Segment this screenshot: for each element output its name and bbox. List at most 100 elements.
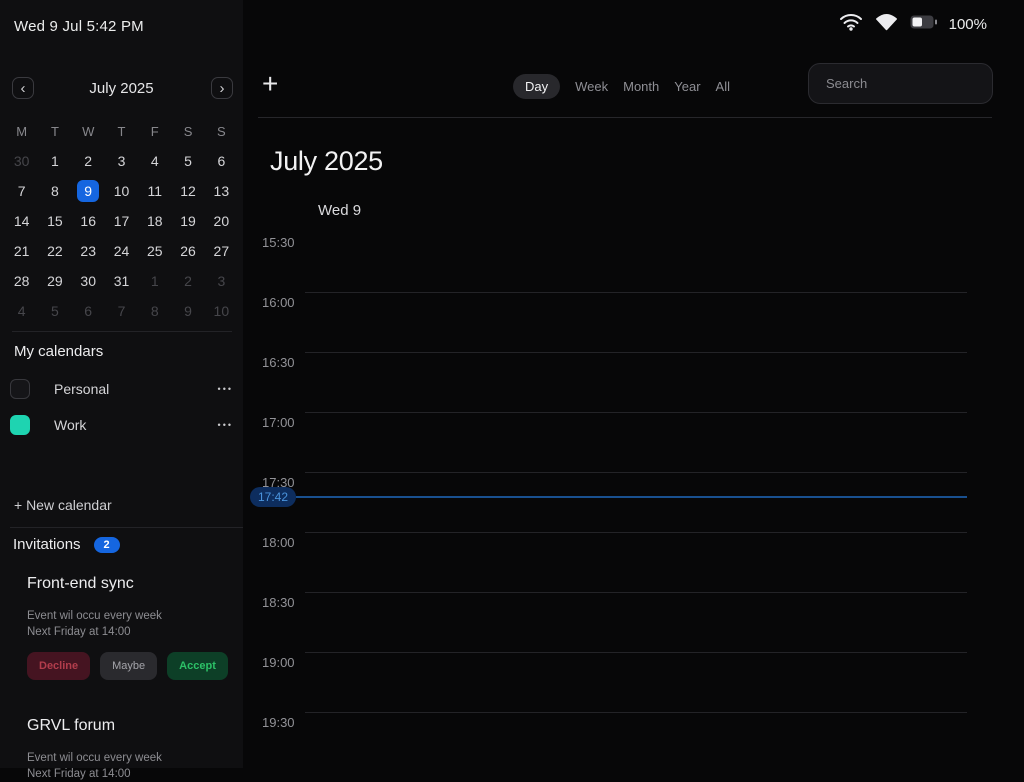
tab-week[interactable]: Week [575,74,608,99]
invitation-desc: Next Friday at 14:00 [27,766,229,782]
tab-day[interactable]: Day [513,74,560,99]
day-cell[interactable]: 1 [38,146,71,176]
invitation-card: Front-end syncEvent wil occu every weekN… [27,574,229,680]
day-cell[interactable]: 29 [38,266,71,296]
tab-year[interactable]: Year [674,74,700,99]
day-cell[interactable]: 1 [138,266,171,296]
weekday-label: S [205,116,238,146]
day-grid: 3012345678910111213141516171819202122232… [0,146,243,326]
day-cell[interactable]: 10 [205,296,238,326]
invitations-header: Invitations 2 [13,536,120,553]
day-cell[interactable]: 21 [5,236,38,266]
decline-button[interactable]: Decline [27,652,90,680]
day-column-header: Wed 9 [318,202,361,219]
day-number: 23 [77,240,99,262]
day-cell[interactable]: 15 [38,206,71,236]
day-cell[interactable]: 4 [5,296,38,326]
calendar-checkbox[interactable] [10,415,30,435]
calendar-checkbox[interactable] [10,379,30,399]
day-cell[interactable]: 2 [171,266,204,296]
grid-line [305,352,967,353]
day-cell[interactable]: 6 [72,296,105,326]
day-cell[interactable]: 19 [171,206,204,236]
signal-icon [875,13,898,36]
chevron-right-icon: › [220,81,225,96]
day-cell[interactable]: 3 [205,266,238,296]
page-title: July 2025 [270,146,383,177]
day-cell[interactable]: 9 [171,296,204,326]
day-cell[interactable]: 30 [5,146,38,176]
day-cell[interactable]: 5 [171,146,204,176]
day-cell[interactable]: 27 [205,236,238,266]
tab-all[interactable]: All [716,74,730,99]
day-cell[interactable]: 8 [38,176,71,206]
day-cell[interactable]: 24 [105,236,138,266]
day-cell[interactable]: 22 [38,236,71,266]
mini-calendar: ‹ July 2025 › MTWTFSS 301234567891011121… [0,70,243,330]
invitation-desc: Event wil occu every week [27,750,229,766]
day-cell[interactable]: 11 [138,176,171,206]
weekday-row: MTWTFSS [0,116,243,146]
add-event-button[interactable]: + [262,70,278,98]
day-number: 5 [177,150,199,172]
day-cell[interactable]: 25 [138,236,171,266]
divider [10,527,243,528]
day-cell[interactable]: 18 [138,206,171,236]
day-number: 25 [144,240,166,262]
day-cell[interactable]: 2 [72,146,105,176]
calendar-options-button[interactable]: ••• [218,384,233,394]
day-cell[interactable]: 16 [72,206,105,236]
calendar-options-button[interactable]: ••• [218,420,233,430]
day-number: 15 [44,210,66,232]
day-cell[interactable]: 31 [105,266,138,296]
calendar-label: Work [54,417,86,433]
day-number: 14 [11,210,33,232]
day-number: 24 [110,240,132,262]
day-cell-selected[interactable]: 9 [72,176,105,206]
day-cell[interactable]: 30 [72,266,105,296]
day-cell[interactable]: 4 [138,146,171,176]
day-cell[interactable]: 23 [72,236,105,266]
day-number: 17 [110,210,132,232]
day-number: 29 [44,270,66,292]
my-calendars-title: My calendars [14,343,233,360]
day-cell[interactable]: 10 [105,176,138,206]
new-calendar-button[interactable]: + New calendar [14,497,112,513]
day-cell[interactable]: 26 [171,236,204,266]
day-number: 19 [177,210,199,232]
time-label: 17:00 [262,415,295,431]
day-number: 21 [11,240,33,262]
day-cell[interactable]: 20 [205,206,238,236]
day-number: 8 [144,300,166,322]
search-input[interactable] [808,63,993,104]
day-cell[interactable]: 13 [205,176,238,206]
time-grid[interactable]: 15:3016:0016:3017:0017:3018:0018:3019:00… [243,238,1024,768]
maybe-button[interactable]: Maybe [100,652,157,680]
divider [12,331,232,332]
battery-percent: 100% [949,16,987,33]
invitation-card: GRVL forumEvent wil occu every weekNext … [27,716,229,782]
grid-line [305,472,967,473]
calendar-label: Personal [54,381,109,397]
tab-month[interactable]: Month [623,74,659,99]
day-cell[interactable]: 8 [138,296,171,326]
weekday-label: W [72,116,105,146]
weekday-label: F [138,116,171,146]
next-month-button[interactable]: › [211,77,233,99]
time-label: 18:30 [262,595,295,611]
day-cell[interactable]: 6 [205,146,238,176]
day-cell[interactable]: 7 [105,296,138,326]
day-cell[interactable]: 14 [5,206,38,236]
day-cell[interactable]: 17 [105,206,138,236]
accept-button[interactable]: Accept [167,652,228,680]
day-cell[interactable]: 7 [5,176,38,206]
time-label: 16:00 [262,295,295,311]
day-cell[interactable]: 3 [105,146,138,176]
calendar-list: Personal ••• Work ••• [14,371,233,443]
weekday-label: M [5,116,38,146]
day-cell[interactable]: 5 [38,296,71,326]
day-cell[interactable]: 12 [171,176,204,206]
day-number: 4 [11,300,33,322]
day-number: 9 [77,180,99,202]
day-cell[interactable]: 28 [5,266,38,296]
